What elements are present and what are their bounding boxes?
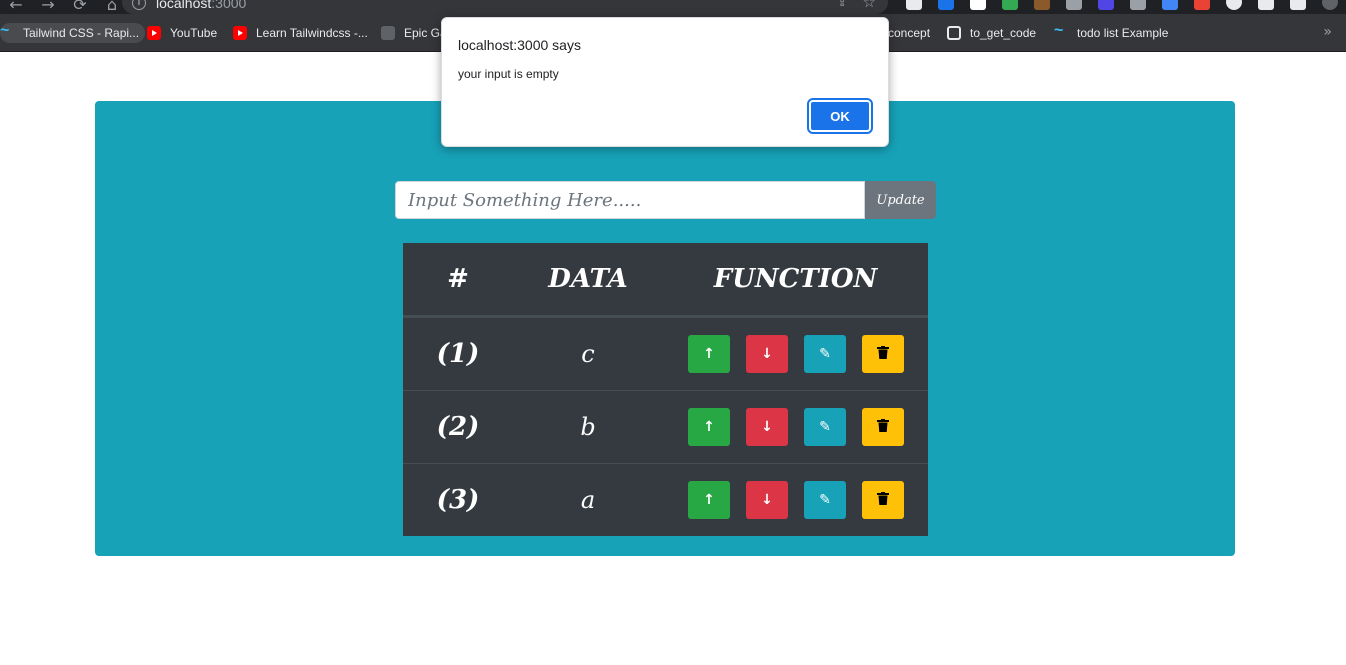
move-up-button[interactable]: ↑ bbox=[688, 335, 730, 373]
epic-games-icon bbox=[381, 26, 395, 40]
input-group: Update bbox=[395, 181, 936, 219]
row-data: b bbox=[580, 413, 596, 441]
extension-icon[interactable] bbox=[1162, 0, 1178, 10]
trash-icon bbox=[877, 491, 889, 509]
info-icon[interactable]: i bbox=[132, 0, 146, 10]
table-row: (2) b ↑ ↓ ✎ bbox=[403, 390, 928, 463]
bookmark-label: Tailwind CSS - Rapi... bbox=[23, 26, 140, 40]
header-number: # bbox=[447, 264, 469, 294]
bookmark-to-get-code[interactable]: to_get_code bbox=[947, 23, 1036, 43]
bookmark-todo-list[interactable]: todo list Example bbox=[1054, 22, 1169, 43]
share-icon[interactable]: ⇪ bbox=[836, 0, 848, 10]
row-actions: ↑ ↓ ✎ bbox=[663, 335, 928, 373]
row-actions: ↑ ↓ ✎ bbox=[663, 408, 928, 446]
edit-button[interactable]: ✎ bbox=[804, 408, 846, 446]
extension-icon[interactable] bbox=[938, 0, 954, 10]
move-down-button[interactable]: ↓ bbox=[746, 481, 788, 519]
extension-icon[interactable] bbox=[1034, 0, 1050, 10]
row-number: (2) bbox=[436, 412, 480, 442]
row-data: c bbox=[581, 340, 595, 368]
table-header: # DATA FUNCTION bbox=[403, 243, 928, 317]
delete-button[interactable] bbox=[862, 335, 904, 373]
extension-icon[interactable] bbox=[1002, 0, 1018, 10]
address-bar[interactable]: i localhost:3000 ⇪ ☆ bbox=[122, 0, 888, 14]
bookmark-youtube[interactable]: YouTube bbox=[147, 23, 217, 43]
sidebar-icon[interactable] bbox=[1290, 0, 1306, 10]
reload-icon[interactable]: ⟳ bbox=[64, 0, 96, 14]
row-number: (1) bbox=[436, 339, 480, 369]
arrow-down-icon: ↓ bbox=[761, 492, 773, 508]
nav-buttons: ← → ⟳ ⌂ bbox=[0, 0, 128, 14]
extension-icon[interactable] bbox=[1226, 0, 1242, 10]
arrow-down-icon: ↓ bbox=[761, 346, 773, 362]
bookmark-label: to_get_code bbox=[970, 26, 1037, 40]
row-actions: ↑ ↓ ✎ bbox=[663, 481, 928, 519]
arrow-down-icon: ↓ bbox=[761, 419, 773, 435]
extension-icon[interactable] bbox=[1066, 0, 1082, 10]
bookmark-learn-tailwind[interactable]: Learn Tailwindcss -... bbox=[233, 23, 368, 43]
extensions-bar bbox=[898, 0, 1346, 12]
forward-icon[interactable]: → bbox=[32, 0, 64, 14]
extension-icon[interactable] bbox=[1130, 0, 1146, 10]
back-icon[interactable]: ← bbox=[0, 0, 32, 14]
move-down-button[interactable]: ↓ bbox=[746, 335, 788, 373]
bookmark-label: Learn Tailwindcss -... bbox=[256, 26, 368, 40]
puzzle-icon[interactable] bbox=[1258, 0, 1274, 10]
arrow-up-icon: ↑ bbox=[703, 492, 715, 508]
browser-toolbar: ← → ⟳ ⌂ i localhost:3000 ⇪ ☆ bbox=[0, 0, 1346, 14]
todo-input[interactable] bbox=[395, 181, 865, 219]
delete-button[interactable] bbox=[862, 481, 904, 519]
move-up-button[interactable]: ↑ bbox=[688, 408, 730, 446]
arrow-up-icon: ↑ bbox=[703, 346, 715, 362]
todo-panel: Update # DATA FUNCTION (1) c ↑ ↓ ✎ (2) bbox=[95, 101, 1235, 556]
url-text: localhost:3000 bbox=[156, 0, 247, 11]
edit-button[interactable]: ✎ bbox=[804, 335, 846, 373]
header-function: FUNCTION bbox=[713, 264, 878, 294]
header-data: DATA bbox=[548, 264, 628, 294]
bookmark-label: concept bbox=[888, 26, 931, 40]
codepen-icon bbox=[947, 26, 961, 40]
arrow-up-icon: ↑ bbox=[703, 419, 715, 435]
ok-button[interactable]: OK bbox=[807, 98, 873, 134]
move-down-button[interactable]: ↓ bbox=[746, 408, 788, 446]
youtube-icon bbox=[147, 26, 161, 40]
tailwind-icon bbox=[0, 22, 14, 40]
avatar[interactable] bbox=[1322, 0, 1338, 10]
extension-icon[interactable] bbox=[1098, 0, 1114, 10]
trash-icon bbox=[877, 418, 889, 436]
extension-icon[interactable] bbox=[970, 0, 986, 10]
bookmark-label: todo list Example bbox=[1077, 26, 1169, 40]
bookmark-label: YouTube bbox=[170, 26, 218, 40]
alert-dialog: localhost:3000 says your input is empty … bbox=[441, 17, 889, 147]
update-button[interactable]: Update bbox=[865, 181, 936, 219]
table-row: (3) a ↑ ↓ ✎ bbox=[403, 463, 928, 536]
tailwind-icon bbox=[1054, 22, 1068, 40]
pencil-icon: ✎ bbox=[819, 346, 831, 362]
delete-button[interactable] bbox=[862, 408, 904, 446]
table-row: (1) c ↑ ↓ ✎ bbox=[403, 317, 928, 390]
pencil-icon: ✎ bbox=[819, 492, 831, 508]
bookmark-star-icon[interactable]: ☆ bbox=[863, 0, 876, 11]
trash-icon bbox=[877, 345, 889, 363]
move-up-button[interactable]: ↑ bbox=[688, 481, 730, 519]
todo-table: # DATA FUNCTION (1) c ↑ ↓ ✎ (2) b ↑ ↓ ✎ … bbox=[403, 243, 928, 536]
bookmark-epic-games[interactable]: Epic Ga bbox=[381, 23, 447, 43]
dialog-title: localhost:3000 says bbox=[458, 37, 581, 53]
row-data: a bbox=[580, 486, 596, 514]
bookmark-tailwind[interactable]: Tailwind CSS - Rapi... bbox=[0, 22, 146, 43]
dialog-message: your input is empty bbox=[458, 67, 559, 81]
edit-button[interactable]: ✎ bbox=[804, 481, 846, 519]
youtube-icon bbox=[233, 26, 247, 40]
pencil-icon: ✎ bbox=[819, 419, 831, 435]
extension-icon[interactable] bbox=[1194, 0, 1210, 10]
more-bookmarks-icon[interactable]: » bbox=[1323, 24, 1332, 40]
bookmark-concept[interactable]: concept bbox=[888, 23, 930, 43]
row-number: (3) bbox=[436, 485, 480, 515]
extension-icon[interactable] bbox=[906, 0, 922, 10]
